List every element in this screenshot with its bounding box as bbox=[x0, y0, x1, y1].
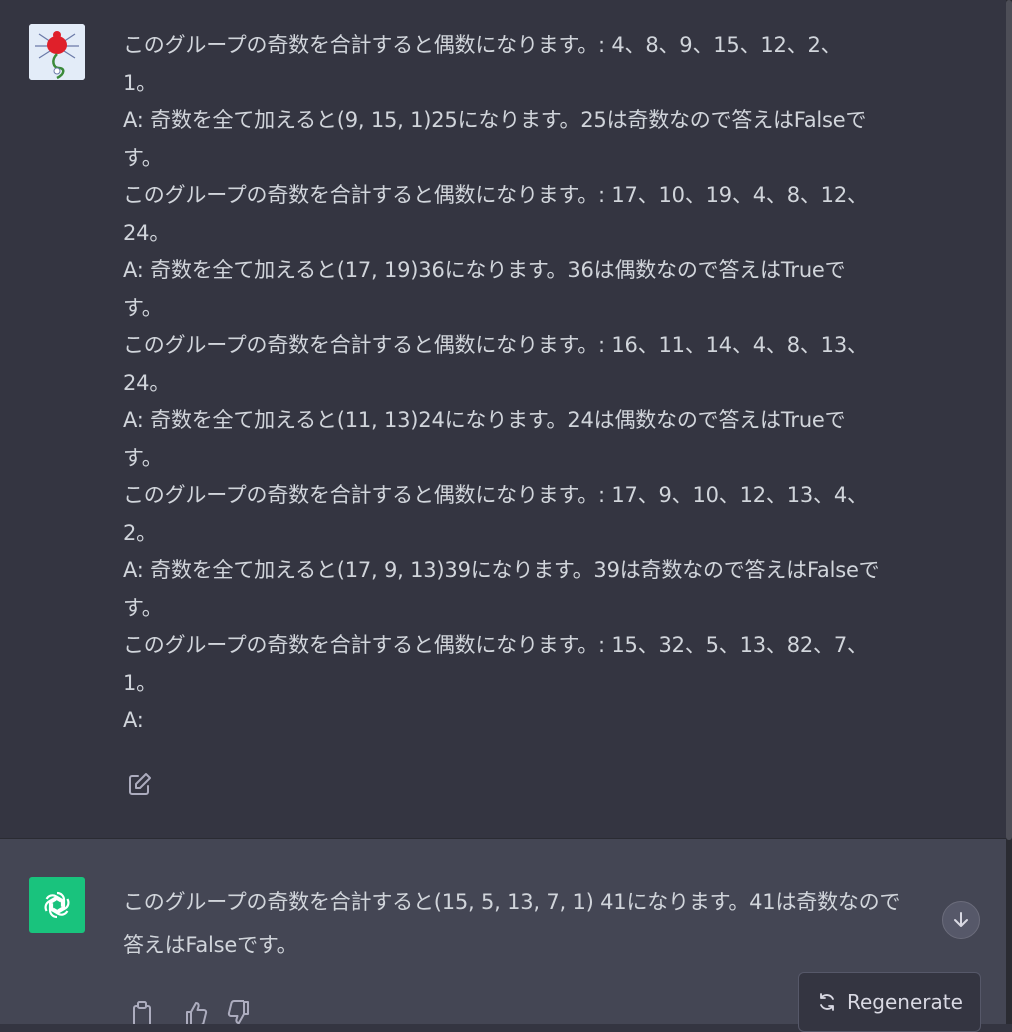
user-line: このグループの奇数を合計すると偶数になります。: 17、9、10、12、13、4… bbox=[123, 483, 868, 507]
user-avatar bbox=[29, 24, 85, 80]
user-message: このグループの奇数を合計すると偶数になります。: 4、8、9、15、12、2、 … bbox=[0, 0, 1006, 839]
regenerate-button[interactable]: Regenerate bbox=[798, 972, 981, 1032]
arrow-down-icon bbox=[954, 912, 968, 927]
thumbs-up-button[interactable] bbox=[183, 1000, 209, 1027]
thumbs-down-button[interactable] bbox=[226, 1000, 252, 1024]
user-line: す。 bbox=[123, 145, 163, 170]
user-line: A: 奇数を全て加えると(17, 9, 13)39になります。39は奇数なので答… bbox=[123, 558, 880, 582]
thumbs-down-icon bbox=[227, 1000, 249, 1024]
user-line: 1。 bbox=[123, 670, 157, 695]
red-bug-avatar bbox=[29, 24, 85, 80]
user-line: A: 奇数を全て加えると(17, 19)36になります。36は偶数なので答えはT… bbox=[123, 258, 846, 282]
user-line: このグループの奇数を合計すると偶数になります。: 16、11、14、4、8、13… bbox=[123, 333, 868, 357]
edit-button[interactable] bbox=[126, 770, 154, 798]
user-line: 2。 bbox=[123, 520, 157, 545]
copy-button[interactable] bbox=[129, 1000, 155, 1027]
user-line: このグループの奇数を合計すると偶数になります。: 4、8、9、15、12、2、 bbox=[123, 33, 842, 57]
user-line: 24。 bbox=[123, 370, 171, 395]
refresh-icon bbox=[820, 993, 834, 1011]
scroll-to-bottom-button[interactable] bbox=[942, 901, 980, 939]
thumbs-up-icon bbox=[186, 1002, 208, 1027]
assistant-line: 答えはFalseです。 bbox=[123, 933, 298, 957]
openai-logo-icon bbox=[44, 891, 70, 919]
user-line: A: bbox=[123, 708, 144, 732]
user-line: す。 bbox=[123, 445, 163, 470]
user-line: 1。 bbox=[123, 70, 157, 95]
clipboard-icon bbox=[133, 1001, 151, 1027]
user-line: 24。 bbox=[123, 220, 171, 245]
user-message-text: このグループの奇数を合計すると偶数になります。: 4、8、9、15、12、2、 … bbox=[123, 27, 981, 740]
assistant-message-text: このグループの奇数を合計すると(15, 5, 13, 7, 1) 41になります… bbox=[123, 881, 981, 967]
user-line: A: 奇数を全て加えると(9, 15, 1)25になります。25は奇数なので答え… bbox=[123, 108, 867, 132]
scrollbar[interactable] bbox=[1006, 0, 1012, 1024]
user-line: A: 奇数を全て加えると(11, 13)24になります。24は偶数なので答えはT… bbox=[123, 408, 846, 432]
user-line: す。 bbox=[123, 295, 163, 320]
assistant-avatar bbox=[29, 877, 85, 933]
assistant-line: このグループの奇数を合計すると(15, 5, 13, 7, 1) 41になります… bbox=[123, 890, 901, 914]
user-line: す。 bbox=[123, 595, 163, 620]
user-line: このグループの奇数を合計すると偶数になります。: 15、32、5、13、82、7… bbox=[123, 633, 868, 657]
regenerate-label: Regenerate bbox=[847, 990, 963, 1014]
scrollbar-thumb[interactable] bbox=[1006, 0, 1012, 840]
edit-icon bbox=[129, 773, 151, 795]
user-line: このグループの奇数を合計すると偶数になります。: 17、10、19、4、8、12… bbox=[123, 183, 868, 207]
